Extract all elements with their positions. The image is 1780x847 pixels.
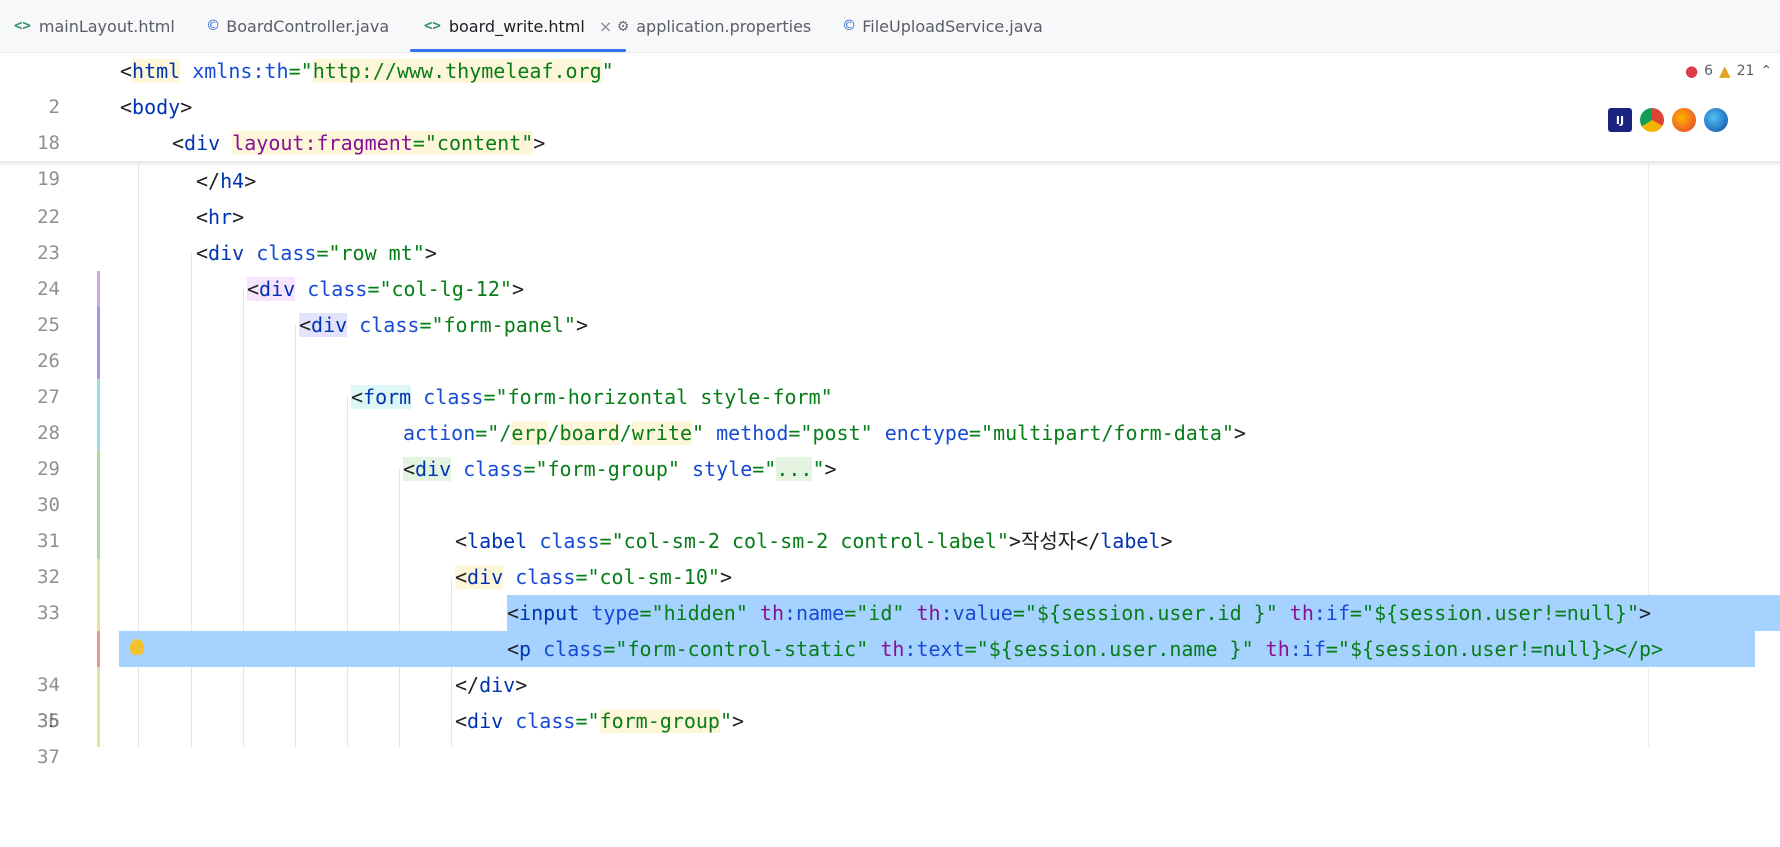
- code-line[interactable]: 18 <body>: [0, 89, 1780, 154]
- java-class-icon: ©: [844, 16, 855, 36]
- tab-board-write[interactable]: <> board_write.html ×: [409, 0, 627, 52]
- code-text: </div>: [455, 673, 528, 697]
- code-line[interactable]: 37 <div class="form-group">: [0, 703, 1780, 768]
- close-icon[interactable]: ×: [599, 17, 612, 36]
- firefox-icon[interactable]: [1672, 108, 1696, 132]
- code-text: <hr>: [196, 205, 245, 229]
- line-number: 37: [37, 746, 60, 768]
- browser-preview-toolbar: IJ: [1608, 108, 1728, 132]
- warning-icon: ▲: [1719, 62, 1731, 80]
- code-line[interactable]: 23 <hr>: [0, 199, 1780, 264]
- code-text: <div class="form-panel">: [299, 313, 589, 337]
- warning-count: 21: [1736, 63, 1755, 79]
- edge-icon[interactable]: [1704, 108, 1728, 132]
- code-line[interactable]: 36 </div>: [0, 667, 1780, 732]
- code-text: <div class="form-group">: [455, 709, 745, 733]
- code-text: <body>: [120, 95, 193, 119]
- code-text: <p class="form-control-static" th:text="…: [507, 637, 1664, 661]
- code-text: <html xmlns:th="http://www.thymeleaf.org…: [120, 59, 614, 83]
- tab-boardcontroller[interactable]: © BoardController.java: [208, 0, 389, 52]
- intellij-icon[interactable]: IJ: [1608, 108, 1632, 132]
- code-line[interactable]: 2 <html xmlns:th="http://www.thymeleaf.o…: [0, 53, 1780, 118]
- code-text: action="/erp/board/write" method="post" …: [403, 421, 1246, 445]
- tab-label: application.properties: [636, 16, 812, 36]
- code-line-selected[interactable]: 34 <input type="hidden" th:name="id" th:…: [0, 595, 1780, 696]
- code-line[interactable]: 29 action="/erp/board/write" method="pos…: [0, 415, 1780, 480]
- code-text: <form class="form-horizontal style-form": [351, 385, 833, 409]
- code-line[interactable]: 19 <div layout:fragment="content">: [0, 125, 1780, 190]
- tab-application-properties[interactable]: ⚙ application.properties: [618, 0, 811, 52]
- tab-label: mainLayout.html: [38, 16, 175, 36]
- tab-fileuploadservice[interactable]: © FileUploadService.java: [844, 0, 1043, 52]
- tab-mainlayout[interactable]: <> mainLayout.html: [14, 0, 175, 52]
- code-line[interactable]: 30 <div class="form-group" style="...">: [0, 451, 1780, 516]
- chevron-up-icon[interactable]: ⌃: [1760, 63, 1772, 79]
- code-text: <div class="row mt">: [196, 241, 437, 265]
- code-line[interactable]: 27: [0, 343, 1780, 408]
- html-file-icon: <>: [424, 18, 441, 34]
- code-text: <div class="col-lg-12">: [247, 277, 524, 301]
- chrome-icon[interactable]: [1640, 108, 1664, 132]
- code-text: </h4>: [196, 169, 257, 193]
- inspection-status[interactable]: ● 6 ▲ 21 ⌃: [1685, 62, 1772, 80]
- code-line[interactable]: 26 <div class="form-panel">: [0, 307, 1780, 372]
- code-text: <label class="col-sm-2 col-sm-2 control-…: [455, 529, 1173, 553]
- code-line[interactable]: 22 </h4>: [0, 163, 1780, 228]
- tab-label: BoardController.java: [226, 16, 390, 36]
- code-line[interactable]: 31: [0, 487, 1780, 552]
- code-line[interactable]: 28 <form class="form-horizontal style-fo…: [0, 379, 1780, 444]
- code-line[interactable]: 33 <div class="col-sm-10">: [0, 559, 1780, 624]
- code-text: <div class="col-sm-10">: [455, 565, 732, 589]
- code-line[interactable]: 25 <div class="col-lg-12">: [0, 271, 1780, 336]
- gear-icon: ⚙: [618, 16, 629, 36]
- tab-label: board_write.html: [448, 16, 585, 36]
- error-count: 6: [1704, 63, 1714, 79]
- tab-label: FileUploadService.java: [862, 16, 1043, 36]
- java-class-icon: ©: [208, 16, 219, 36]
- code-line[interactable]: 32 <label class="col-sm-2 col-sm-2 contr…: [0, 523, 1780, 588]
- code-editor[interactable]: 2 <html xmlns:th="http://www.thymeleaf.o…: [0, 53, 1780, 768]
- error-icon: ●: [1685, 62, 1699, 80]
- code-text: <div layout:fragment="content">: [172, 131, 546, 155]
- editor-tab-bar: <> mainLayout.html © BoardController.jav…: [0, 0, 1780, 53]
- code-text: <div class="form-group" style="...">: [403, 457, 837, 481]
- lightbulb-icon[interactable]: [130, 639, 144, 655]
- code-line-selected[interactable]: 35 <p class="form-control-static" th:tex…: [0, 631, 1780, 732]
- code-line[interactable]: 24 <div class="row mt">: [0, 235, 1780, 300]
- code-text: <input type="hidden" th:name="id" th:val…: [507, 601, 1652, 625]
- html-file-icon: <>: [14, 18, 31, 34]
